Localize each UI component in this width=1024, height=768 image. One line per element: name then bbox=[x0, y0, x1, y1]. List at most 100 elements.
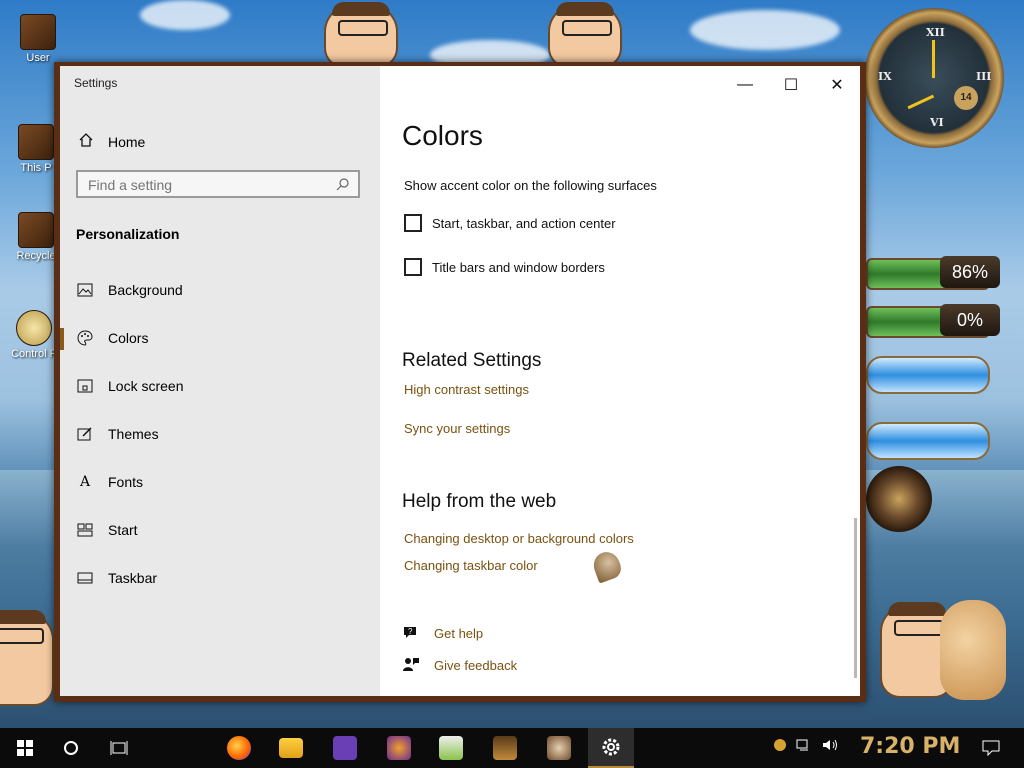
settings-content-pane: — ☐ ✕ Colors Show accent color on the fo… bbox=[380, 66, 860, 696]
search-icon[interactable] bbox=[336, 177, 350, 191]
notifications-icon bbox=[982, 740, 1000, 756]
settings-icon bbox=[602, 738, 620, 756]
settings-window: Settings Home Personalization Background… bbox=[54, 62, 866, 702]
taskbar-app-firefox[interactable] bbox=[216, 728, 262, 768]
nav-home-label: Home bbox=[108, 133, 146, 150]
cartoon-character bbox=[0, 610, 54, 706]
nav-item-fonts[interactable]: A Fonts bbox=[60, 462, 380, 502]
gear-decoration bbox=[866, 466, 932, 532]
nav-item-start[interactable]: Start bbox=[60, 510, 380, 550]
accent-surfaces-label: Show accent color on the following surfa… bbox=[404, 178, 657, 193]
help-link-desktop-colors[interactable]: Changing desktop or background colors bbox=[404, 531, 634, 546]
network-icon[interactable] bbox=[796, 738, 812, 752]
lock-screen-icon bbox=[76, 377, 94, 395]
checkbox-label: Title bars and window borders bbox=[432, 259, 605, 275]
firefox-icon bbox=[227, 736, 251, 760]
system-tray bbox=[774, 738, 840, 752]
feedback-icon bbox=[403, 658, 419, 671]
nav-item-label: Fonts bbox=[108, 474, 144, 490]
file-explorer-icon bbox=[279, 738, 303, 758]
volume-icon[interactable] bbox=[822, 738, 840, 752]
task-view-icon bbox=[110, 741, 128, 755]
app-icon bbox=[547, 736, 571, 760]
hamster-image bbox=[940, 600, 1006, 700]
nav-section-heading: Personalization bbox=[76, 226, 180, 242]
search-box[interactable] bbox=[76, 170, 360, 198]
page-title: Colors bbox=[402, 120, 483, 151]
sync-settings-link[interactable]: Sync your settings bbox=[404, 421, 510, 436]
taskbar-app-settings[interactable] bbox=[588, 728, 634, 768]
tube-gauge bbox=[866, 422, 990, 460]
give-feedback-label: Give feedback bbox=[434, 657, 518, 673]
cartoon-character bbox=[324, 2, 398, 68]
taskbar-clock[interactable]: 7:20 PM bbox=[860, 734, 960, 759]
give-feedback-link[interactable]: Give feedback bbox=[402, 656, 517, 674]
start-icon bbox=[76, 521, 94, 539]
get-help-link[interactable]: ? Get help bbox=[402, 624, 483, 642]
start-button[interactable] bbox=[2, 728, 48, 768]
checkbox[interactable] bbox=[404, 258, 422, 276]
action-center-button[interactable] bbox=[968, 728, 1014, 768]
related-settings-heading: Related Settings bbox=[402, 350, 542, 371]
windows-logo-icon bbox=[17, 740, 33, 756]
nav-item-colors[interactable]: Colors bbox=[60, 318, 380, 358]
taskbar-app-notepad[interactable] bbox=[428, 728, 474, 768]
taskbar-app-steampunk[interactable] bbox=[536, 728, 582, 768]
palette-icon bbox=[76, 329, 94, 347]
window-title: Settings bbox=[74, 76, 118, 90]
clock-date-badge: 14 bbox=[954, 86, 978, 110]
settings-nav-pane: Settings Home Personalization Background… bbox=[60, 66, 380, 696]
search-input[interactable] bbox=[78, 172, 330, 198]
taskbar-app-game[interactable] bbox=[376, 728, 422, 768]
taskbar-app-visual-studio[interactable] bbox=[322, 728, 368, 768]
cartoon-character bbox=[548, 2, 622, 68]
maximize-button[interactable]: ☐ bbox=[768, 70, 814, 100]
checkbox-title-bars[interactable]: Title bars and window borders bbox=[404, 258, 605, 276]
home-icon bbox=[78, 132, 94, 151]
taskbar: 7:20 PM bbox=[0, 728, 1024, 768]
image-icon bbox=[76, 281, 94, 299]
notepad-icon bbox=[439, 736, 463, 760]
nav-item-label: Colors bbox=[108, 330, 149, 346]
close-button[interactable]: ✕ bbox=[814, 70, 860, 100]
get-help-label: Get help bbox=[434, 625, 484, 641]
clock-widget: XII III VI IX 14 bbox=[864, 8, 1004, 148]
cortana-button[interactable] bbox=[48, 728, 94, 768]
nav-item-label: Taskbar bbox=[108, 570, 158, 586]
get-help-icon: ? bbox=[404, 627, 416, 638]
taskbar-app-file-explorer[interactable] bbox=[268, 728, 314, 768]
nav-item-background[interactable]: Background bbox=[60, 270, 380, 310]
visual-studio-icon bbox=[333, 736, 357, 760]
desktop-icon-user[interactable]: User bbox=[8, 14, 68, 64]
themes-icon bbox=[76, 425, 94, 443]
high-contrast-link[interactable]: High contrast settings bbox=[404, 382, 529, 397]
nav-item-label: Themes bbox=[108, 426, 159, 442]
nav-item-label: Lock screen bbox=[108, 378, 184, 394]
checkbox-label: Start, taskbar, and action center bbox=[432, 215, 616, 231]
svg-text:?: ? bbox=[408, 627, 413, 636]
checkbox-start-taskbar[interactable]: Start, taskbar, and action center bbox=[404, 214, 616, 232]
nav-home[interactable]: Home bbox=[78, 132, 145, 151]
nav-item-themes[interactable]: Themes bbox=[60, 414, 380, 454]
help-link-taskbar-color[interactable]: Changing taskbar color bbox=[404, 558, 538, 573]
help-heading: Help from the web bbox=[402, 491, 557, 512]
fonts-icon: A bbox=[79, 474, 91, 490]
taskbar-icon bbox=[76, 569, 94, 587]
minimize-button[interactable]: — bbox=[722, 70, 768, 100]
nav-item-label: Start bbox=[108, 522, 138, 538]
task-view-button[interactable] bbox=[96, 728, 142, 768]
memory-gauge-value: 0% bbox=[940, 304, 1000, 336]
game-icon bbox=[387, 736, 411, 760]
tray-app-icon[interactable] bbox=[774, 739, 786, 751]
nav-item-lock-screen[interactable]: Lock screen bbox=[60, 366, 380, 406]
checkbox[interactable] bbox=[404, 214, 422, 232]
cortana-icon bbox=[64, 741, 78, 755]
scrollbar[interactable] bbox=[854, 518, 857, 678]
nav-item-label: Background bbox=[108, 282, 183, 298]
nav-item-taskbar[interactable]: Taskbar bbox=[60, 558, 380, 598]
active-indicator bbox=[60, 328, 64, 350]
tube-gauge bbox=[866, 356, 990, 394]
app-icon bbox=[493, 736, 517, 760]
cpu-gauge-value: 86% bbox=[940, 256, 1000, 288]
taskbar-app-widget[interactable] bbox=[482, 728, 528, 768]
